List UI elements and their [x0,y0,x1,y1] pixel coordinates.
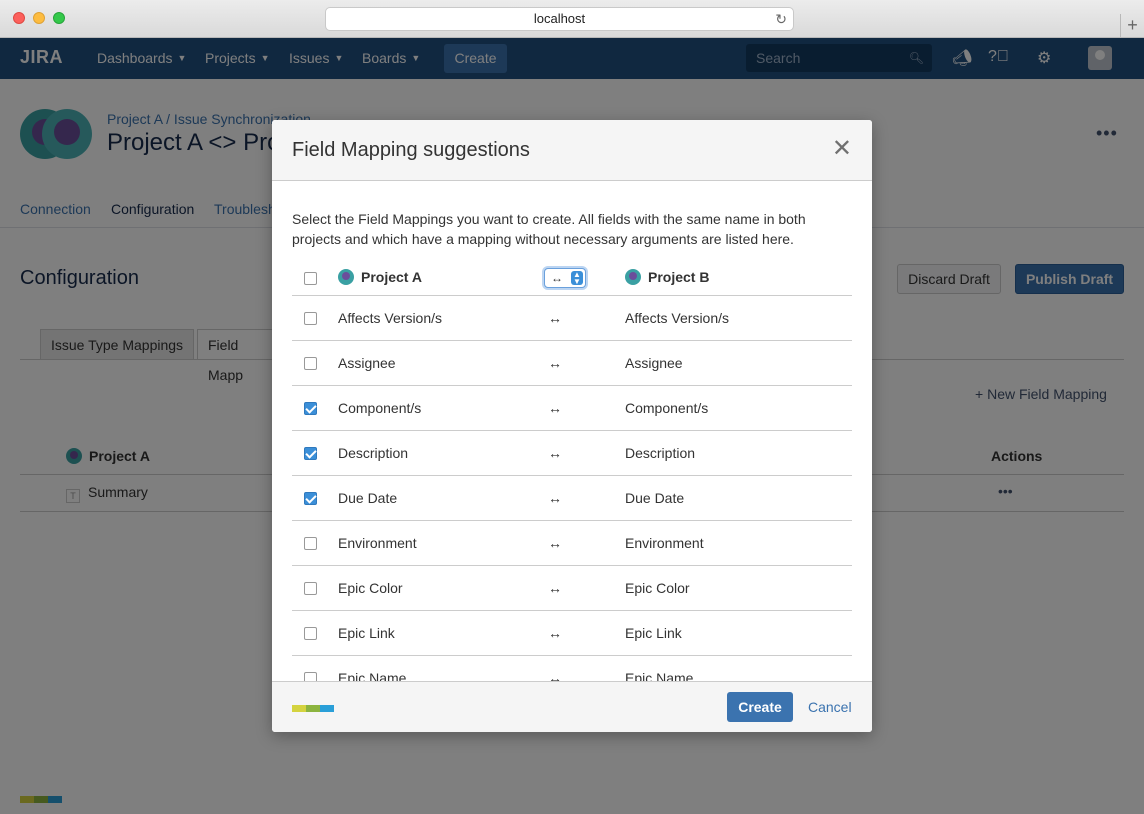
reload-icon[interactable]: ↻ [775,8,787,30]
dialog-footer: Create Cancel [272,681,872,732]
browser-toolbar: localhost ↻ + [0,0,1144,38]
list-item[interactable]: Epic Name ↔ Epic Name [292,656,852,681]
list-item[interactable]: Component/s ↔ Component/s [292,386,852,431]
dialog-description: Select the Field Mappings you want to cr… [292,211,806,247]
row-checkbox[interactable] [304,672,317,681]
row-checkbox[interactable] [304,492,317,505]
cancel-button[interactable]: Cancel [808,699,852,715]
url-text: localhost [533,11,586,26]
mapping-header-row: Project A ↔ ▲ ▼ Project B [292,261,852,296]
project-icon [625,269,641,285]
select-all-checkbox[interactable] [304,272,317,285]
row-checkbox[interactable] [304,627,317,640]
minimize-window-button[interactable] [33,12,45,24]
list-item[interactable]: Epic Color ↔ Epic Color [292,566,852,611]
field-mapping-dialog: Field Mapping suggestions ✕ Select the F… [272,120,872,732]
list-item[interactable]: Epic Link ↔ Epic Link [292,611,852,656]
column-header-project-b: Project B [625,269,709,285]
dialog-body[interactable]: Select the Field Mappings you want to cr… [272,181,872,681]
list-item[interactable]: Affects Version/s ↔ Affects Version/s [292,296,852,341]
list-item[interactable]: Due Date ↔ Due Date [292,476,852,521]
column-header-project-a: Project A [338,269,422,285]
direction-select[interactable]: ↔ ▲ ▼ [544,268,586,288]
list-item[interactable]: Environment ↔ Environment [292,521,852,566]
new-tab-button[interactable]: + [1120,14,1144,38]
maximize-window-button[interactable] [53,12,65,24]
row-checkbox[interactable] [304,582,317,595]
close-window-button[interactable] [13,12,25,24]
row-checkbox[interactable] [304,357,317,370]
create-button[interactable]: Create [727,692,793,722]
row-checkbox[interactable] [304,312,317,325]
list-item[interactable]: Assignee ↔ Assignee [292,341,852,386]
project-icon [338,269,354,285]
row-checkbox[interactable] [304,447,317,460]
dialog-title: Field Mapping suggestions [292,139,530,161]
exalate-logo [292,705,334,712]
list-item[interactable]: Description ↔ Description [292,431,852,476]
chevron-updown-icon: ▲ ▼ [571,271,583,286]
url-bar[interactable]: localhost ↻ [325,7,794,31]
row-checkbox[interactable] [304,402,317,415]
close-icon[interactable]: ✕ [832,137,852,161]
dialog-header: Field Mapping suggestions ✕ [272,120,872,181]
row-checkbox[interactable] [304,537,317,550]
